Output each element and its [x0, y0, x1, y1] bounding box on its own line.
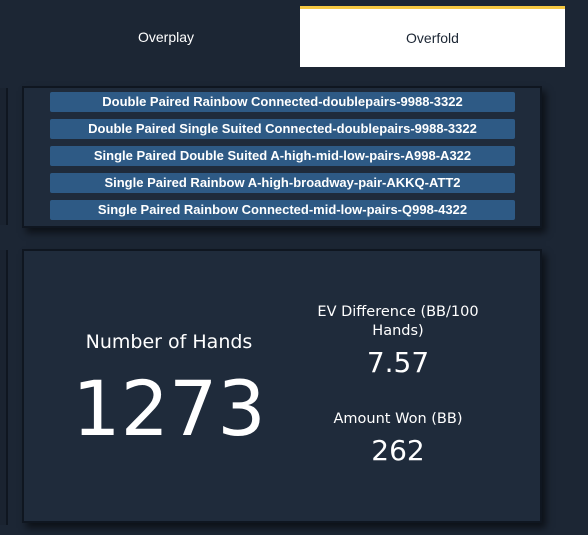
hand-type-item[interactable]: Single Paired Rainbow Connected-mid-low-…	[50, 200, 515, 220]
hand-type-item[interactable]: Double Paired Single Suited Connected-do…	[50, 119, 515, 139]
amount-won-label: Amount Won (BB)	[333, 411, 463, 427]
ev-difference-label: EV Difference (BB/100 Hands)	[317, 304, 479, 339]
amount-won-value: 262	[371, 434, 425, 467]
tab-overfold[interactable]: Overfold	[300, 6, 565, 67]
hand-type-item[interactable]: Single Paired Rainbow A-high-broadway-pa…	[50, 173, 515, 193]
stats-panel: Number of Hands 1273 EV Difference (BB/1…	[22, 249, 542, 523]
hand-type-list: Double Paired Rainbow Connected-doublepa…	[22, 86, 542, 228]
hand-type-item[interactable]: Single Paired Double Suited A-high-mid-l…	[50, 146, 515, 166]
number-of-hands-label: Number of Hands	[85, 331, 253, 353]
number-of-hands-value: 1273	[72, 364, 266, 453]
left-panel-edge	[0, 250, 8, 525]
hand-type-item[interactable]: Double Paired Rainbow Connected-doublepa…	[50, 92, 515, 112]
left-panel-edge	[0, 88, 8, 225]
tab-overplay[interactable]: Overplay	[32, 6, 300, 67]
ev-difference-value: 7.57	[366, 346, 430, 379]
